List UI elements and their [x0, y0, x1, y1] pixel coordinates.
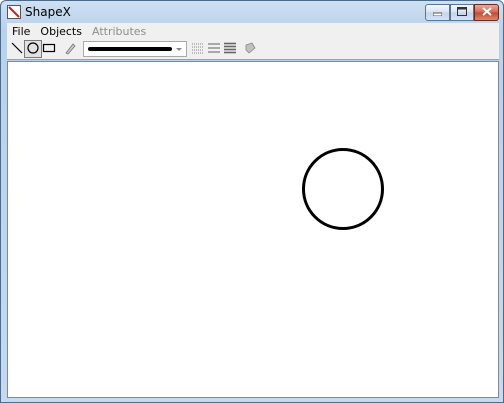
menu-attributes[interactable]: Attributes [87, 25, 151, 38]
dotted-lines-icon [191, 42, 205, 57]
bold-line-style-button[interactable] [221, 40, 239, 58]
app-logo-icon [7, 5, 21, 19]
line-icon [10, 41, 24, 58]
app-window: ShapeX File Objects Attributes [0, 0, 504, 403]
line-width-dropdown[interactable] [83, 41, 187, 57]
toolbar [7, 39, 499, 60]
menu-file[interactable]: File [7, 25, 35, 38]
close-button[interactable] [474, 4, 499, 21]
fill-tool-button[interactable] [241, 40, 259, 58]
maximize-button[interactable] [450, 4, 474, 21]
rectangle-tool-button[interactable] [40, 40, 58, 58]
pen-icon [63, 41, 77, 58]
close-icon [481, 6, 492, 19]
ellipse-icon [26, 41, 40, 58]
circle-shape[interactable] [302, 148, 384, 230]
minimize-button[interactable] [425, 4, 450, 21]
drawing-canvas[interactable] [7, 61, 499, 398]
window-title: ShapeX [25, 5, 71, 19]
thick-line-swatch [88, 47, 172, 51]
menu-objects[interactable]: Objects [35, 25, 87, 38]
fill-icon [243, 41, 257, 58]
chevron-down-icon [174, 44, 184, 54]
minimize-icon [432, 6, 443, 19]
bold-lines-icon [223, 42, 237, 57]
title-bar[interactable]: ShapeX [1, 1, 503, 23]
rectangle-icon [42, 41, 56, 58]
menu-bar: File Objects Attributes [7, 23, 499, 39]
maximize-icon [457, 6, 467, 19]
medium-lines-icon [207, 42, 221, 57]
pen-tool-button[interactable] [61, 40, 79, 58]
